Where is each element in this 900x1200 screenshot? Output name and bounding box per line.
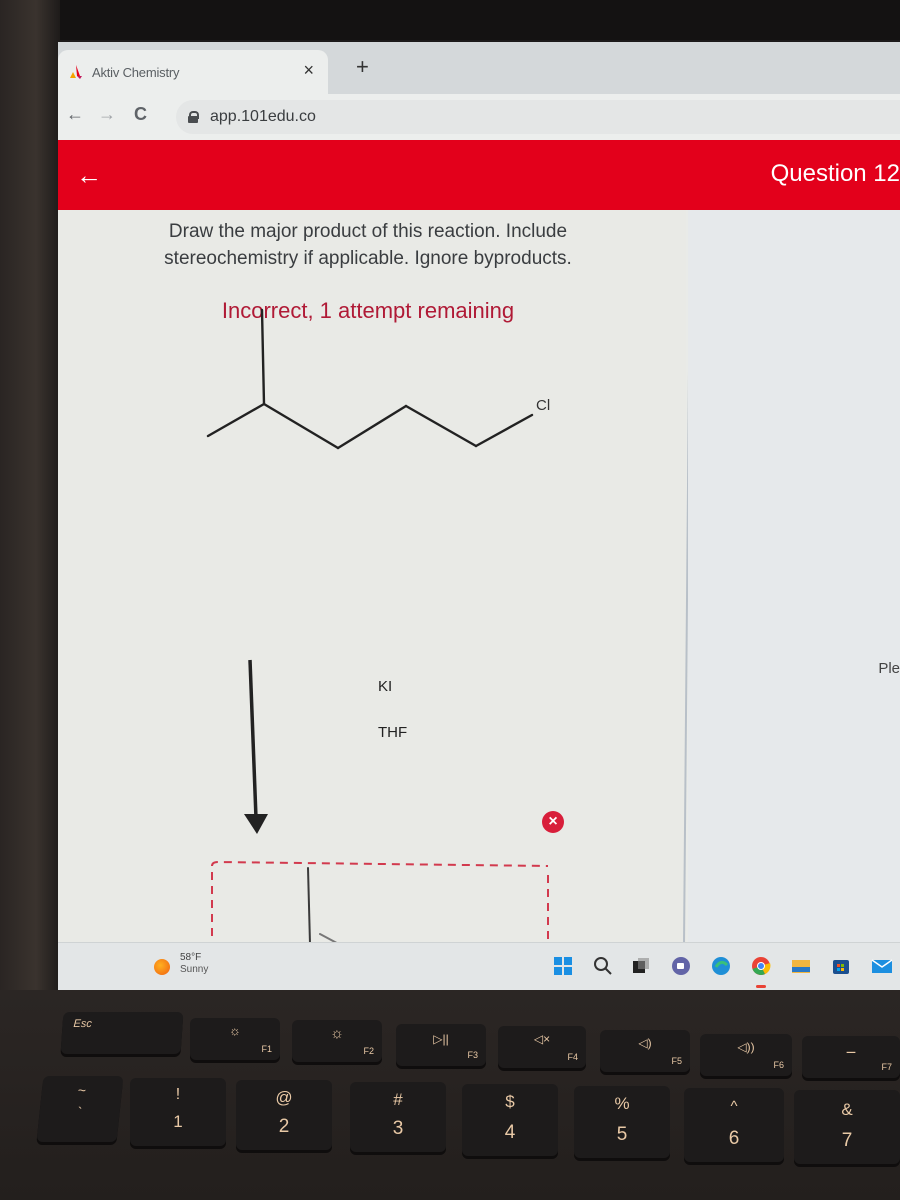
reactant-bond [262, 402, 340, 450]
reactant-bond [336, 404, 408, 450]
reactant-bond [206, 402, 266, 438]
answer-drawing-box[interactable] [211, 860, 549, 950]
weather-temperature[interactable]: 58°F [180, 952, 201, 963]
key-esc[interactable]: Esc [60, 1012, 184, 1054]
right-panel-text: Ple [878, 660, 900, 677]
screen-bezel-left [0, 0, 60, 1000]
key-f4[interactable]: ◁× F4 [498, 1026, 586, 1068]
chlorine-label: Cl [536, 397, 550, 414]
app-header: ← Question 12 [58, 140, 900, 210]
reactant-bond [404, 404, 478, 448]
reactant-bond [260, 308, 266, 406]
tab-close-icon[interactable]: × [303, 60, 314, 81]
laptop-screen: Aktiv Chemistry × + ← → C app.101edu.co … [58, 42, 900, 990]
new-tab-button[interactable]: + [356, 54, 369, 80]
key-6[interactable]: ^ 6 [684, 1088, 784, 1162]
reactant-structure [206, 308, 534, 450]
chrome-active-indicator [756, 985, 766, 988]
back-arrow-icon[interactable]: ← [76, 160, 102, 191]
task-view-icon[interactable] [630, 955, 652, 977]
laptop-keyboard: Esc ☼ F1 ☼ F2 ▷|| F3 ◁× F4 ◁) F5 ◁)) F6 … [0, 990, 900, 1200]
reaction-arrow [244, 659, 268, 834]
chrome-icon[interactable] [750, 955, 772, 977]
key-7[interactable]: & 7 [794, 1090, 900, 1164]
store-icon[interactable] [830, 955, 852, 977]
key-f5[interactable]: ◁) F5 [600, 1030, 690, 1072]
mail-icon[interactable] [870, 955, 892, 977]
aktiv-logo-icon [70, 65, 82, 79]
search-icon[interactable] [592, 955, 614, 977]
reload-button[interactable]: C [134, 104, 147, 125]
answer-bond [307, 867, 311, 945]
reaction-scheme: Cl [206, 308, 550, 950]
back-button[interactable]: ← [66, 104, 84, 125]
start-icon[interactable] [552, 955, 574, 977]
teams-chat-icon[interactable] [670, 955, 692, 977]
key-f3[interactable]: ▷|| F3 [396, 1024, 486, 1066]
key-3[interactable]: # 3 [350, 1082, 446, 1152]
key-1[interactable]: ! 1 [130, 1078, 226, 1146]
edge-icon[interactable] [710, 955, 732, 977]
browser-tab[interactable]: Aktiv Chemistry × [58, 50, 328, 94]
key-tilde[interactable]: ~ ` [36, 1076, 124, 1142]
right-panel: Ple [688, 210, 900, 990]
browser-toolbar: ← → C app.101edu.co [58, 94, 900, 140]
url-text: app.101edu.co [210, 108, 316, 125]
remove-answer-button[interactable]: × [542, 811, 564, 833]
reagent-ki: KI [378, 678, 393, 695]
key-2[interactable]: @ 2 [236, 1080, 332, 1150]
key-f7[interactable]: ⚊ F7 [802, 1036, 900, 1078]
browser-tab-strip: Aktiv Chemistry × + [58, 42, 900, 94]
key-f1[interactable]: ☼ F1 [190, 1018, 280, 1060]
screen-bezel-top [0, 0, 900, 40]
windows-taskbar: 58°F Sunny [58, 942, 900, 990]
key-5[interactable]: % 5 [574, 1086, 670, 1158]
forward-button[interactable]: → [98, 104, 116, 125]
reactant-bond [474, 413, 534, 448]
answer-structure[interactable] [252, 867, 526, 950]
lock-icon [188, 111, 199, 123]
weather-sun-icon[interactable] [154, 959, 170, 975]
key-f6[interactable]: ◁)) F6 [700, 1034, 792, 1076]
reagent-thf: THF [378, 724, 408, 741]
key-f2[interactable]: ☼ F2 [292, 1020, 382, 1062]
question-title: Question 12 [770, 160, 900, 187]
key-4[interactable]: $ 4 [462, 1084, 558, 1156]
tab-title: Aktiv Chemistry [92, 64, 180, 80]
weather-condition[interactable]: Sunny [180, 964, 208, 975]
address-bar[interactable]: app.101edu.co [176, 100, 900, 134]
file-explorer-icon[interactable] [790, 955, 812, 977]
